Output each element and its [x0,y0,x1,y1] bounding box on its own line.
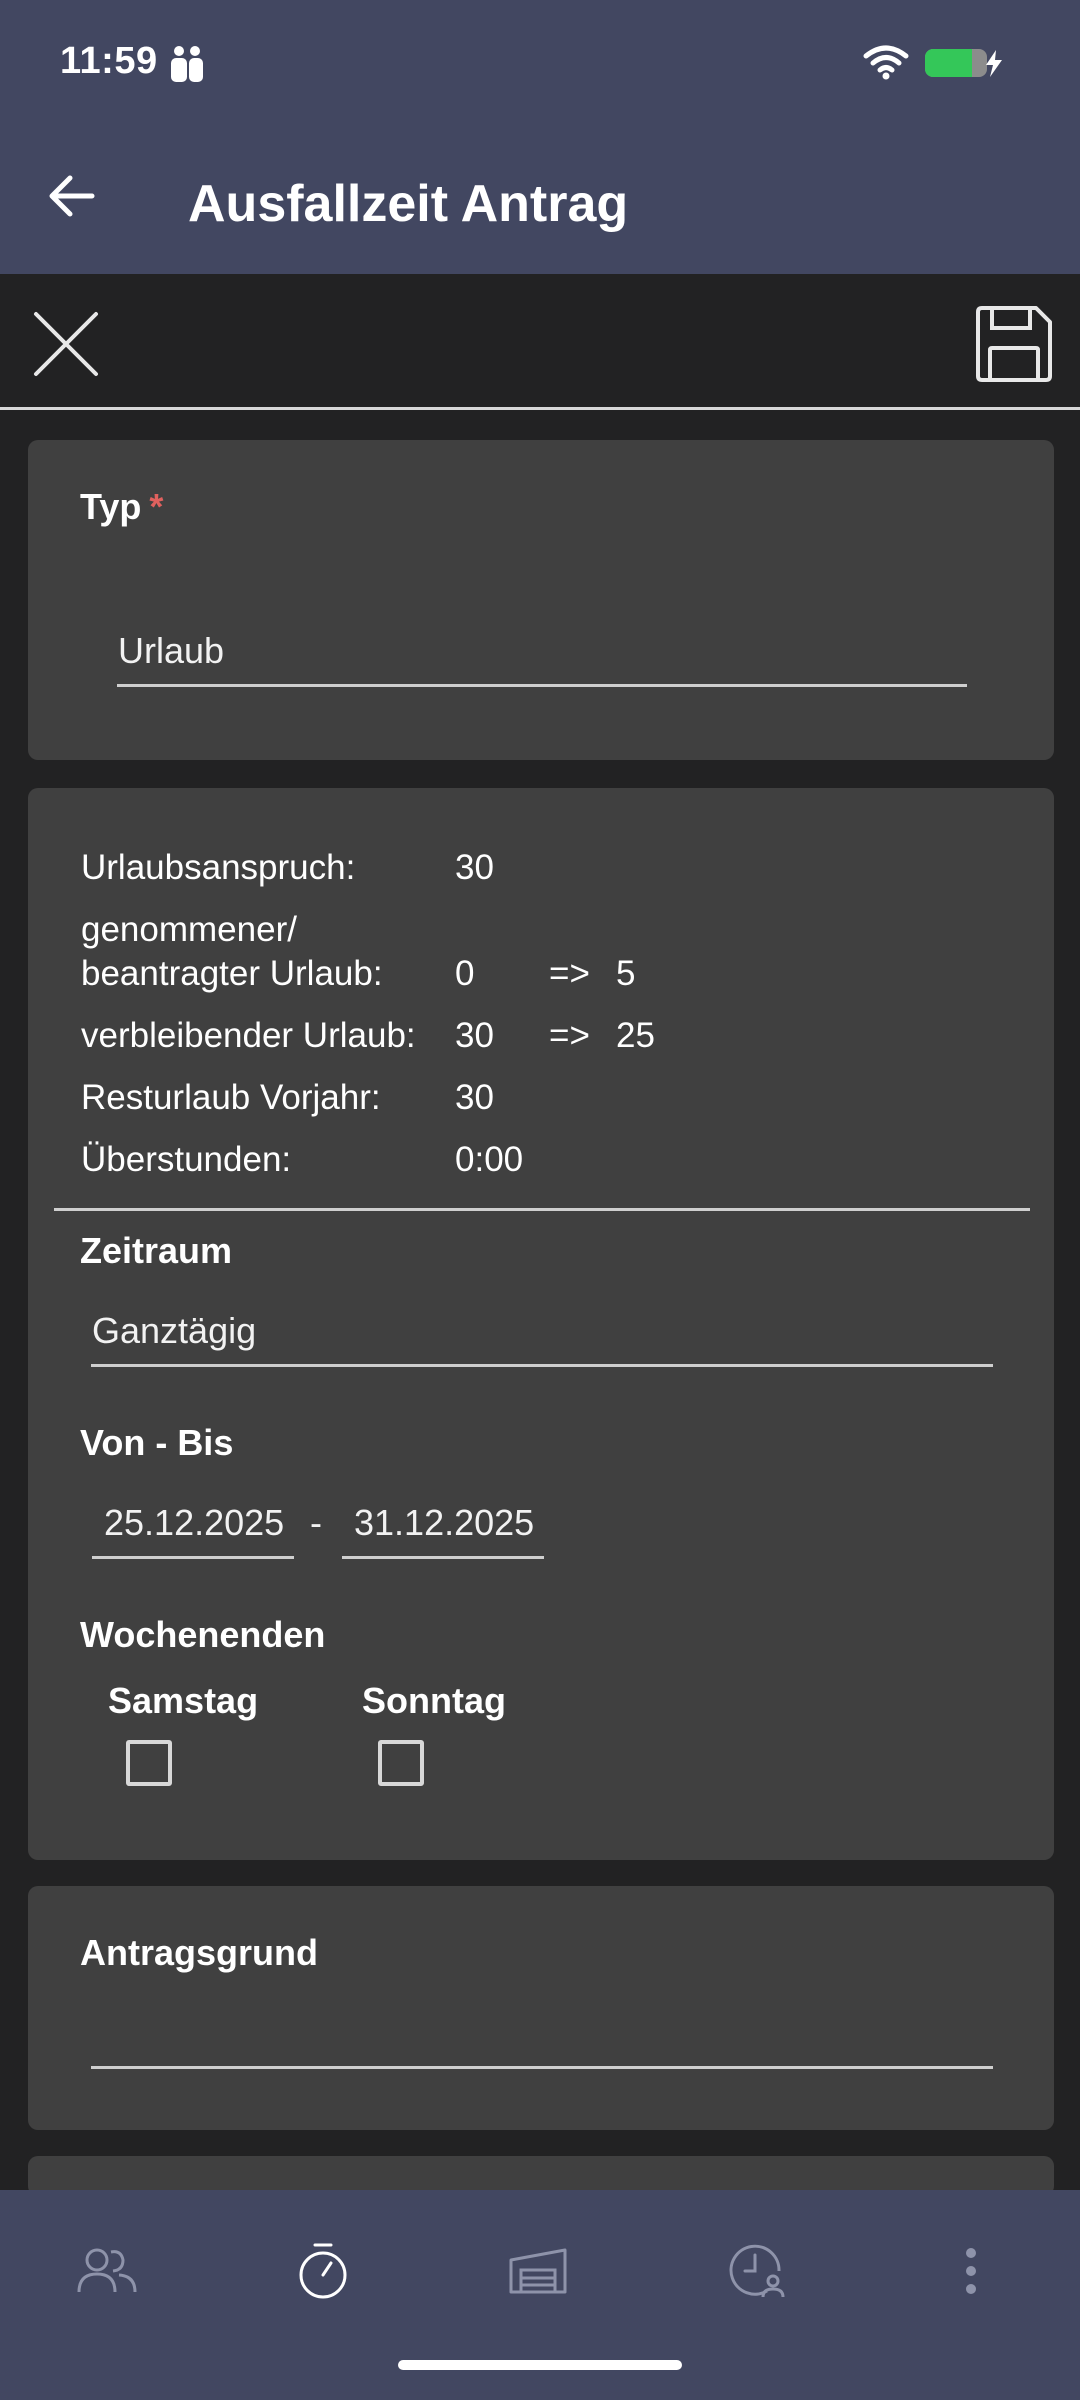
zeitraum-label: Zeitraum [80,1230,233,1271]
form-toolbar [0,274,1080,410]
antragsgrund-input[interactable] [92,2010,992,2054]
antragsgrund-underline [91,2066,993,2069]
status-time: 11:59 [60,40,158,82]
nav-workplace[interactable] [494,2226,584,2316]
nav-absence[interactable] [712,2226,802,2316]
info-label-urlaubsanspruch: Urlaubsanspruch: [81,848,356,887]
info-value-resturlaub: 30 [455,1078,494,1117]
info-newvalue-genommener: 5 [616,954,636,993]
clock-person-icon [729,2244,785,2298]
building-icon [509,2248,567,2294]
info-label-ueberstunden: Überstunden: [81,1140,292,1179]
date-to-input[interactable]: 31.12.2025 [354,1502,534,1544]
page-title: Ausfallzeit Antrag [188,175,629,233]
battery-charging-icon [925,49,1002,77]
sonntag-checkbox[interactable] [378,1740,424,1786]
home-indicator [398,2360,682,2370]
zeitraum-underline [91,1364,993,1367]
nav-team[interactable] [62,2226,152,2316]
required-marker: * [149,486,164,527]
nav-time-tracking[interactable] [278,2226,368,2316]
typ-underline [117,684,967,687]
sonntag-label: Sonntag [362,1680,506,1721]
samstag-label: Samstag [108,1680,259,1721]
back-button[interactable] [36,160,108,232]
info-newvalue-verbleibend: 25 [616,1016,655,1055]
info-label-verbleibend: verbleibender Urlaub: [81,1016,416,1055]
info-value-genommener: 0 [455,954,475,993]
info-arrow-genommener: => [549,954,590,993]
more-vertical-icon [966,2248,976,2294]
stopwatch-icon [299,2243,347,2299]
info-arrow-verbleibend: => [549,1016,590,1055]
details-card: Urlaubsanspruch: 30 genommener/ beantrag… [28,788,1054,1860]
save-icon[interactable] [972,302,1056,386]
zeitraum-select[interactable]: Ganztägig [92,1310,256,1352]
people-icon [77,2248,137,2293]
samstag-checkbox[interactable] [126,1740,172,1786]
people-status-icon [171,46,203,82]
arrow-left-icon [49,175,95,217]
wochenenden-label: Wochenenden [80,1614,326,1655]
section-divider [54,1208,1030,1211]
info-value-ueberstunden: 0:00 [455,1140,524,1179]
antragsgrund-card: Antragsgrund [28,1886,1054,2130]
info-label-resturlaub: Resturlaub Vorjahr: [81,1078,381,1117]
von-bis-label: Von - Bis [80,1422,234,1463]
info-value-verbleibend: 30 [455,1016,494,1055]
antragsgrund-label: Antragsgrund [80,1932,318,1973]
date-from-input[interactable]: 25.12.2025 [104,1502,284,1544]
close-icon[interactable] [26,304,106,384]
app-header: 11:59 Ausfallzeit Antrag [0,0,1080,274]
date-separator: - [310,1502,322,1543]
info-label-genommener-line2: beantragter Urlaub: [81,954,383,993]
date-to-underline [342,1556,544,1559]
date-from-underline [92,1556,294,1559]
nav-more[interactable] [926,2226,1016,2316]
typ-card: Typ * Urlaub [28,440,1054,760]
typ-select[interactable]: Urlaub [118,630,224,672]
info-value-urlaubsanspruch: 30 [455,848,494,887]
wifi-icon [863,45,909,80]
info-label-genommener-line1: genommener/ [81,910,297,949]
typ-label: Typ * [80,486,164,527]
